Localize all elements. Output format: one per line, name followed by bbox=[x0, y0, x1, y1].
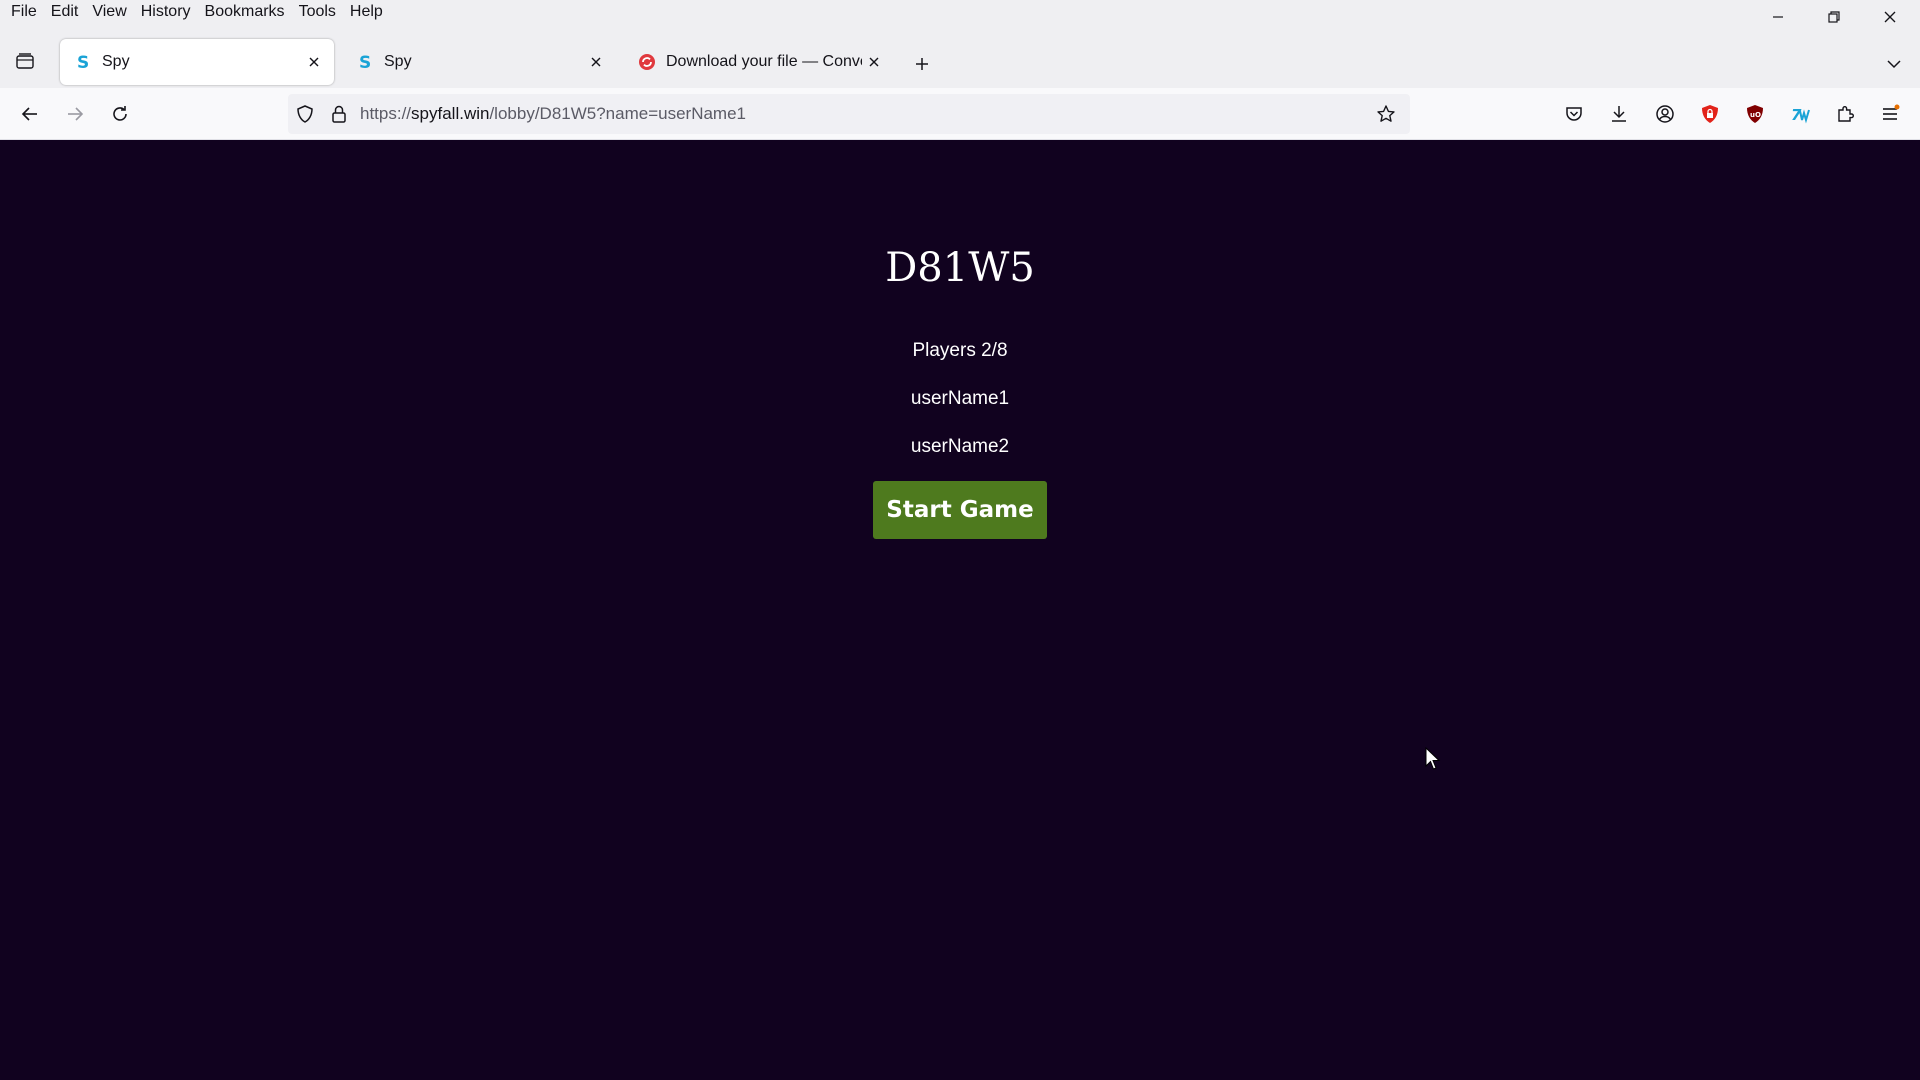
tab-spy[interactable]: S Spy bbox=[342, 39, 616, 85]
player-list-item: userName1 bbox=[910, 388, 1010, 409]
url-prefix: https:// bbox=[360, 104, 412, 123]
url-path: /lobby/D81W5?name=userName1 bbox=[489, 104, 747, 123]
tab-close-icon[interactable] bbox=[584, 50, 608, 74]
menu-view[interactable]: View bbox=[85, 0, 133, 26]
tab-strip: S Spy S Spy Download your file — Convert… bbox=[0, 26, 1920, 88]
pocket-button[interactable] bbox=[1558, 98, 1590, 130]
tracking-protection-shield-icon[interactable] bbox=[288, 94, 322, 134]
menu-bookmarks[interactable]: Bookmarks bbox=[198, 0, 292, 26]
download-icon bbox=[1612, 106, 1626, 122]
forward-arrow-icon bbox=[68, 107, 84, 121]
navigation-bar: https://spyfall.win/lobby/D81W5?name=use… bbox=[0, 88, 1920, 140]
svg-text:S: S bbox=[359, 53, 371, 71]
menu-tools[interactable]: Tools bbox=[292, 0, 343, 26]
url-text[interactable]: https://spyfall.win/lobby/D81W5?name=use… bbox=[360, 104, 746, 124]
tab-title: Spy bbox=[102, 53, 130, 70]
menu-file[interactable]: File bbox=[4, 0, 44, 26]
chevron-down-icon bbox=[1887, 60, 1901, 69]
app-menu-button[interactable] bbox=[1874, 98, 1906, 130]
back-button[interactable] bbox=[14, 98, 46, 130]
new-tab-button[interactable] bbox=[908, 50, 936, 78]
players-count: Players 2/8 bbox=[912, 340, 1008, 361]
address-bar[interactable]: https://spyfall.win/lobby/D81W5?name=use… bbox=[288, 94, 1410, 134]
translate-icon: 7 bbox=[1791, 106, 1810, 124]
ublock-button[interactable]: uO bbox=[1739, 98, 1771, 130]
privacy-extension-button[interactable] bbox=[1694, 98, 1726, 130]
pocket-icon bbox=[1566, 107, 1582, 121]
convertio-icon bbox=[638, 53, 656, 71]
forward-button[interactable] bbox=[59, 98, 91, 130]
reload-icon bbox=[113, 106, 127, 121]
red-shield-lock-icon bbox=[1702, 105, 1718, 123]
reload-button[interactable] bbox=[104, 98, 136, 130]
plus-icon bbox=[916, 58, 928, 70]
account-icon bbox=[1656, 105, 1674, 123]
tab-download-file[interactable]: Download your file — Converti bbox=[624, 39, 894, 85]
url-host: spyfall.win bbox=[411, 104, 490, 123]
lobby-page: D81W5 Players 2/8 userName1 userName2 St… bbox=[0, 140, 1920, 1080]
menu-history[interactable]: History bbox=[134, 0, 198, 26]
hamburger-menu-icon bbox=[1883, 104, 1900, 120]
translate-extension-button[interactable]: 7 bbox=[1784, 98, 1816, 130]
puzzle-piece-icon bbox=[1838, 106, 1854, 122]
svg-text:uO: uO bbox=[1750, 111, 1761, 119]
spyfall-s-icon: S bbox=[356, 53, 374, 71]
ublock-origin-icon: uO bbox=[1747, 105, 1763, 123]
close-icon bbox=[1884, 11, 1896, 23]
tab-title: Download your file — Converti bbox=[666, 53, 862, 70]
room-code-title: D81W5 bbox=[885, 245, 1035, 291]
tab-close-icon[interactable] bbox=[302, 50, 326, 74]
menu-help[interactable]: Help bbox=[343, 0, 390, 26]
spyfall-s-icon: S bbox=[74, 53, 92, 71]
downloads-button[interactable] bbox=[1603, 98, 1635, 130]
tab-spy-active[interactable]: S Spy bbox=[60, 39, 334, 85]
account-button[interactable] bbox=[1649, 98, 1681, 130]
bookmark-star-icon[interactable] bbox=[1374, 102, 1398, 126]
svg-text:S: S bbox=[77, 53, 89, 71]
menu-bar: File Edit View History Bookmarks Tools H… bbox=[0, 0, 1920, 26]
menu-edit[interactable]: Edit bbox=[44, 0, 86, 26]
tab-tray-button[interactable] bbox=[10, 46, 40, 76]
list-all-tabs-button[interactable] bbox=[1880, 50, 1908, 78]
tab-close-icon[interactable] bbox=[862, 50, 886, 74]
tab-title: Spy bbox=[384, 53, 412, 70]
lock-icon[interactable] bbox=[322, 94, 356, 134]
start-game-button[interactable]: Start Game bbox=[873, 481, 1047, 539]
back-arrow-icon bbox=[21, 107, 37, 121]
extensions-button[interactable] bbox=[1829, 98, 1861, 130]
player-list-item: userName2 bbox=[910, 436, 1010, 457]
tab-tray-icon bbox=[16, 53, 34, 69]
minimize-icon bbox=[1773, 16, 1783, 18]
mouse-cursor-icon bbox=[1425, 747, 1441, 770]
restore-icon bbox=[1828, 11, 1840, 23]
